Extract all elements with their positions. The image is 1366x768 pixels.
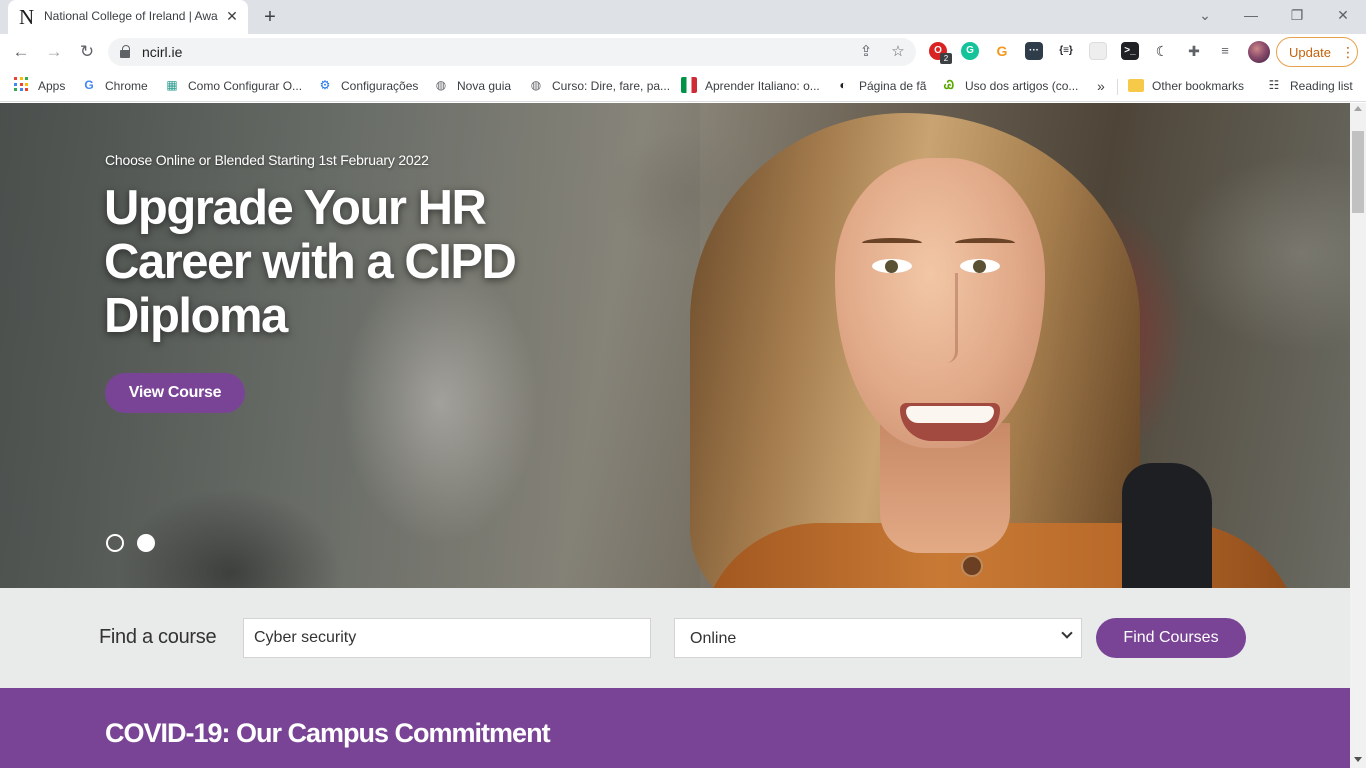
tab-title: National College of Ireland | Awa — [44, 9, 218, 23]
puzzle-extensions-icon[interactable]: ✚ — [1185, 42, 1203, 60]
dots-extension-icon[interactable]: ··· — [1025, 42, 1043, 60]
bookmark-reading-list[interactable]: Reading list — [1290, 76, 1353, 96]
address-bar[interactable]: ncirl.ie ⇪ ☆ — [108, 38, 916, 66]
study-mode-select[interactable]: Online — [674, 618, 1082, 658]
bookmarks-bar: Apps G Chrome ▦ Como Configurar O... ⚙ C… — [0, 70, 1366, 102]
back-arrow-icon[interactable]: ← — [9, 40, 33, 64]
profile-avatar[interactable] — [1248, 41, 1270, 63]
page-scrollbar[interactable] — [1350, 103, 1366, 768]
bookmark-curso[interactable]: Curso: Dire, fare, pa... — [552, 76, 670, 96]
hero-photo-brow-right — [955, 238, 1015, 248]
media-control-icon[interactable]: ≡ — [1216, 42, 1234, 60]
duolingo-icon: Ꮚ — [943, 78, 955, 92]
bookmark-aprender-italiano[interactable]: Aprender Italiano: o... — [705, 76, 820, 96]
address-bar-url[interactable]: ncirl.ie — [142, 44, 182, 60]
bookmark-configuracoes[interactable]: Configurações — [341, 76, 418, 96]
bookmark-apps[interactable]: Apps — [38, 76, 65, 96]
kebab-menu-icon[interactable]: ⋮ — [1341, 43, 1355, 61]
hero-photo-brow-left — [862, 238, 922, 248]
blank-extension-icon[interactable] — [1089, 42, 1107, 60]
globe-icon: ◍ — [530, 78, 542, 92]
moon-extension-icon[interactable]: ☾ — [1153, 42, 1171, 60]
site-favicon-icon: N — [19, 5, 35, 29]
yin-yang-icon: ◐ — [839, 78, 847, 92]
bookmark-star-icon[interactable]: ☆ — [888, 42, 908, 62]
view-course-button[interactable]: View Course — [105, 373, 245, 413]
reload-icon[interactable]: ↻ — [75, 40, 99, 64]
restore-window-button[interactable]: ❐ — [1283, 4, 1311, 26]
scroll-down-arrow-icon[interactable] — [1354, 757, 1362, 762]
bookmark-pagina-de-fa[interactable]: Página de fã — [859, 76, 926, 96]
update-button[interactable]: Update ⋮ — [1276, 37, 1358, 67]
tab-strip: N National College of Ireland | Awa ✕ + … — [0, 0, 1366, 34]
share-icon[interactable]: ⇪ — [856, 42, 876, 62]
bookmark-other-bookmarks[interactable]: Other bookmarks — [1152, 76, 1244, 96]
carousel-dot-1[interactable] — [106, 534, 124, 552]
italy-flag-icon — [681, 77, 697, 93]
hero-shade — [0, 103, 700, 588]
more-bookmarks-chevron-icon[interactable]: » — [1097, 76, 1105, 96]
find-courses-button[interactable]: Find Courses — [1096, 618, 1246, 658]
tab-search-chevron-icon[interactable]: ⌄ — [1191, 4, 1219, 26]
study-mode-selected: Online — [690, 630, 737, 647]
course-finder: Find a course Online Find Courses — [0, 588, 1350, 688]
new-tab-button[interactable]: + — [258, 5, 282, 29]
lock-icon[interactable] — [120, 45, 130, 58]
hero-banner: Choose Online or Blended Starting 1st Fe… — [0, 103, 1350, 588]
bookmark-chrome[interactable]: Chrome — [105, 76, 148, 96]
scroll-up-arrow-icon[interactable] — [1354, 106, 1362, 111]
carousel-dot-2-active[interactable] — [137, 534, 155, 552]
bookmarks-separator — [1117, 79, 1118, 95]
grammarly-extension-icon[interactable]: G — [961, 42, 979, 60]
update-button-label: Update — [1289, 45, 1331, 60]
course-search-input[interactable] — [243, 618, 651, 658]
web-page: Choose Online or Blended Starting 1st Fe… — [0, 103, 1350, 768]
gear-icon: ⚙ — [319, 78, 331, 92]
apps-grid-icon[interactable] — [14, 77, 28, 91]
reading-list-icon: ☷ — [1268, 78, 1280, 92]
terminal-extension-icon[interactable]: >_ — [1121, 42, 1139, 60]
hero-photo-backpack-strap — [1122, 463, 1212, 588]
covid-section-title: COVID-19: Our Campus Commitment — [105, 718, 551, 748]
hero-photo-teeth — [906, 406, 994, 423]
extension-badge: 2 — [940, 53, 952, 64]
close-window-button[interactable]: ✕ — [1329, 4, 1357, 26]
forward-arrow-icon[interactable]: → — [42, 40, 66, 64]
google-icon: G — [84, 78, 94, 92]
json-extension-icon[interactable]: {≡} — [1057, 42, 1075, 60]
hero-photo-eye-right — [960, 259, 1000, 273]
bookmark-nova-guia[interactable]: Nova guia — [457, 76, 511, 96]
chevron-down-icon — [1061, 627, 1073, 639]
minimize-window-button[interactable]: — — [1237, 4, 1265, 26]
g-extension-icon[interactable]: G — [993, 42, 1011, 60]
scrollbar-thumb[interactable] — [1352, 131, 1364, 213]
tab-close-icon[interactable]: ✕ — [224, 8, 240, 24]
globe-icon: ◍ — [435, 78, 447, 92]
bookmark-como-configurar[interactable]: Como Configurar O... — [188, 76, 302, 96]
covid-banner: COVID-19: Our Campus Commitment — [0, 688, 1350, 768]
browser-toolbar: ← → ↻ ncirl.ie ⇪ ☆ O 2 G G ··· {≡} >_ ☾ … — [0, 34, 1366, 70]
hero-eyebrow: Choose Online or Blended Starting 1st Fe… — [105, 152, 429, 168]
hero-photo-shirt-button — [961, 555, 983, 577]
hero-photo-nose — [932, 273, 958, 363]
folder-icon — [1128, 79, 1144, 92]
find-a-course-label: Find a course — [99, 626, 217, 648]
hero-photo-eye-left — [872, 259, 912, 273]
cube-icon: ▦ — [166, 78, 178, 92]
bookmark-uso-dos-artigos[interactable]: Uso dos artigos (co... — [965, 76, 1078, 96]
hero-title: Upgrade Your HR Career with a CIPD Diplo… — [104, 181, 517, 343]
browser-tab[interactable]: N National College of Ireland | Awa ✕ — [8, 0, 248, 34]
